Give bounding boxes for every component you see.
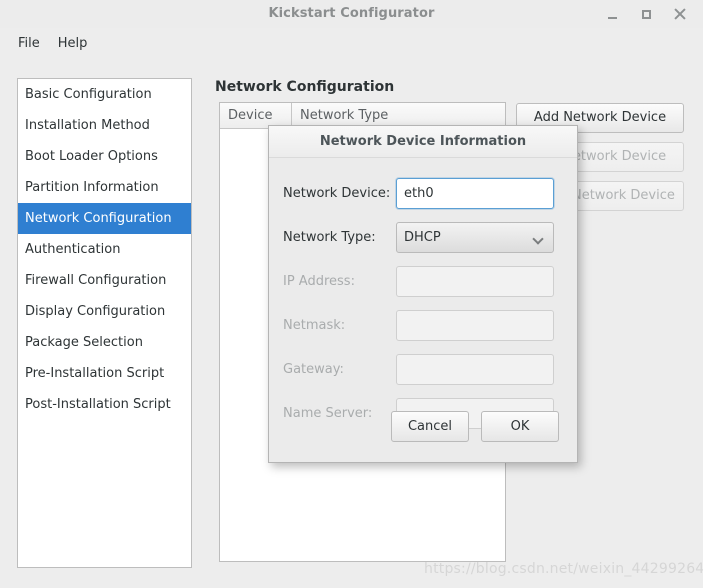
cancel-button[interactable]: Cancel	[391, 411, 469, 442]
sidebar-item-authentication[interactable]: Authentication	[18, 234, 191, 265]
watermark-text: https://blog.csdn.net/weixin_44299264	[424, 561, 703, 577]
minimize-button[interactable]	[595, 0, 629, 28]
netmask-input	[396, 310, 554, 341]
sidebar-item-basic-configuration[interactable]: Basic Configuration	[18, 79, 191, 110]
gateway-input	[396, 354, 554, 385]
form-row-gateway: Gateway:	[283, 354, 560, 385]
ip-address-input	[396, 266, 554, 297]
gateway-label: Gateway:	[283, 362, 344, 377]
sidebar-item-boot-loader-options[interactable]: Boot Loader Options	[18, 141, 191, 172]
minimize-icon	[607, 17, 617, 19]
sidebar-item-installation-method[interactable]: Installation Method	[18, 110, 191, 141]
window-controls	[595, 0, 697, 28]
form-row-network-device: Network Device:	[283, 178, 560, 209]
sidebar-item-package-selection[interactable]: Package Selection	[18, 327, 191, 358]
dialog-form: Network Device: Network Type: DHCP IP Ad…	[269, 158, 577, 429]
dialog-buttons: Cancel OK	[269, 411, 577, 442]
network-device-input[interactable]	[396, 178, 554, 209]
sidebar-item-display-configuration[interactable]: Display Configuration	[18, 296, 191, 327]
menu-item-help[interactable]: Help	[49, 33, 97, 54]
network-device-label: Network Device:	[283, 186, 391, 201]
sidebar-item-partition-information[interactable]: Partition Information	[18, 172, 191, 203]
maximize-button[interactable]	[629, 0, 663, 28]
ok-button[interactable]: OK	[481, 411, 559, 442]
chevron-down-icon	[534, 235, 543, 241]
page-title: Network Configuration	[215, 79, 395, 95]
close-icon	[674, 8, 686, 20]
window-titlebar: Kickstart Configurator	[0, 0, 703, 28]
network-device-information-dialog: Network Device Information Network Devic…	[268, 125, 578, 463]
close-button[interactable]	[663, 0, 697, 28]
sidebar-item-post-installation-script[interactable]: Post-Installation Script	[18, 389, 191, 420]
network-type-select[interactable]: DHCP	[396, 222, 554, 253]
network-type-value: DHCP	[404, 230, 441, 245]
form-row-ip-address: IP Address:	[283, 266, 560, 297]
sidebar-item-firewall-configuration[interactable]: Firewall Configuration	[18, 265, 191, 296]
sidebar-item-network-configuration[interactable]: Network Configuration	[18, 203, 191, 234]
form-row-network-type: Network Type: DHCP	[283, 222, 560, 253]
ip-address-label: IP Address:	[283, 274, 355, 289]
netmask-label: Netmask:	[283, 318, 346, 333]
menu-item-file[interactable]: File	[9, 33, 49, 54]
sidebar-list[interactable]: Basic Configuration Installation Method …	[17, 78, 192, 568]
dialog-title: Network Device Information	[269, 126, 577, 158]
menubar: File Help	[0, 28, 703, 58]
maximize-icon	[641, 9, 651, 19]
form-row-netmask: Netmask:	[283, 310, 560, 341]
network-type-label: Network Type:	[283, 230, 376, 245]
sidebar-item-pre-installation-script[interactable]: Pre-Installation Script	[18, 358, 191, 389]
